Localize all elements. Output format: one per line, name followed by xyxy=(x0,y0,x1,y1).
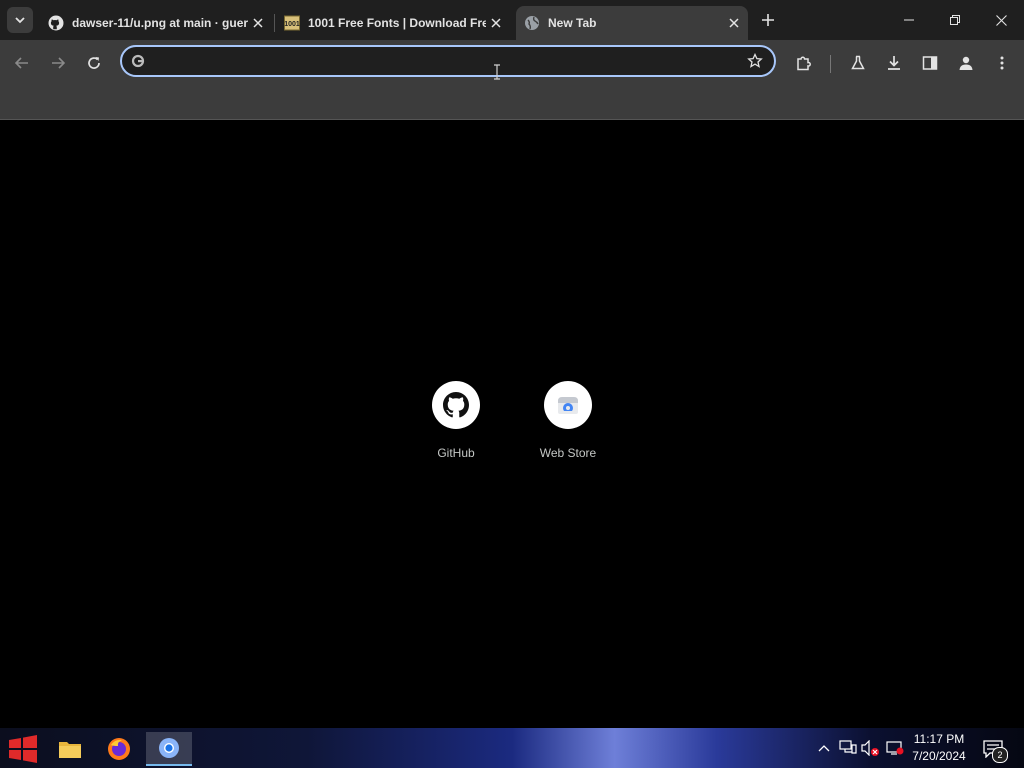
bookmark-star-icon[interactable] xyxy=(746,52,764,70)
address-input[interactable] xyxy=(154,50,738,74)
github-icon xyxy=(48,15,64,31)
side-panel-icon xyxy=(922,56,938,70)
tab-new-tab[interactable]: New Tab xyxy=(516,6,748,40)
firefox-icon xyxy=(108,738,130,760)
person-icon xyxy=(959,56,973,70)
action-center-tray-icon[interactable] xyxy=(885,738,905,758)
minimize-button[interactable] xyxy=(886,0,932,40)
arrow-left-icon xyxy=(14,57,28,69)
volume-muted-icon[interactable] xyxy=(861,738,881,758)
notification-count-badge: 2 xyxy=(992,747,1008,763)
firefox-button[interactable] xyxy=(99,732,139,766)
browser-toolbar xyxy=(0,40,1024,86)
close-icon xyxy=(253,18,263,28)
globe-icon xyxy=(524,15,540,31)
chevron-up-icon xyxy=(818,745,830,752)
close-icon xyxy=(491,18,501,28)
new-tab-button[interactable] xyxy=(756,8,780,32)
taskbar: 11:17 PM 7/20/2024 2 xyxy=(0,728,1024,768)
tab-title: New Tab xyxy=(548,16,597,30)
google-g-icon xyxy=(130,53,146,69)
labs-button[interactable] xyxy=(846,51,870,75)
chrome-button[interactable] xyxy=(146,732,192,766)
tab-close-button[interactable] xyxy=(724,13,744,33)
tab-close-button[interactable] xyxy=(486,13,506,33)
text-cursor-icon xyxy=(494,64,500,80)
tab-strip: dawser-11/u.png at main · guer 1001 1001… xyxy=(0,0,1024,40)
back-button[interactable] xyxy=(10,51,34,75)
forward-button[interactable] xyxy=(46,51,70,75)
minimize-icon xyxy=(904,19,914,21)
clock-date: 7/20/2024 xyxy=(912,749,966,763)
svg-text:1001: 1001 xyxy=(284,21,300,28)
address-bar[interactable] xyxy=(120,45,776,77)
extensions-button[interactable] xyxy=(792,51,816,75)
restore-button[interactable] xyxy=(932,0,978,40)
tab-title: 1001 Free Fonts | Download Fre xyxy=(308,16,486,30)
shortcut-label: GitHub xyxy=(437,446,475,460)
menu-button[interactable] xyxy=(990,51,1014,75)
web-store-icon xyxy=(544,381,592,429)
start-button[interactable] xyxy=(2,732,44,766)
shortcut-web-store[interactable]: Web Store xyxy=(518,381,618,460)
puzzle-icon xyxy=(797,56,811,71)
shortcut-github[interactable]: GitHub xyxy=(406,381,506,460)
tab-divider xyxy=(274,14,275,32)
flask-icon xyxy=(851,55,865,70)
reload-icon xyxy=(88,57,100,69)
chrome-icon xyxy=(159,738,179,758)
close-icon xyxy=(995,14,1007,26)
download-icon xyxy=(888,56,900,70)
tab-search-button[interactable] xyxy=(7,7,33,33)
tab-close-button[interactable] xyxy=(248,13,268,33)
plus-icon xyxy=(762,14,774,26)
close-icon xyxy=(729,18,739,28)
toolbar-divider xyxy=(830,55,831,73)
show-hidden-icons-button[interactable] xyxy=(814,738,834,758)
close-window-button[interactable] xyxy=(978,0,1024,40)
system-clock[interactable]: 11:17 PM 7/20/2024 xyxy=(904,731,974,765)
notification-center-button[interactable]: 2 xyxy=(980,736,1008,763)
fonts-site-icon: 1001 xyxy=(284,15,300,31)
network-icon[interactable] xyxy=(838,738,858,758)
arrow-right-icon xyxy=(52,57,66,69)
chevron-down-icon xyxy=(15,17,25,24)
profile-button[interactable] xyxy=(954,51,978,75)
reload-button[interactable] xyxy=(82,51,106,75)
side-panel-button[interactable] xyxy=(918,51,942,75)
shortcut-label: Web Store xyxy=(539,446,597,460)
clock-time: 11:17 PM xyxy=(913,732,965,746)
windows-logo-icon xyxy=(9,735,37,763)
tab-fonts[interactable]: 1001 1001 Free Fonts | Download Fre xyxy=(276,6,510,40)
folder-icon xyxy=(59,742,81,758)
tab-title: dawser-11/u.png at main · guer xyxy=(72,16,248,30)
file-explorer-button[interactable] xyxy=(50,732,90,766)
more-vert-icon xyxy=(1000,56,1004,70)
github-icon xyxy=(432,381,480,429)
tab-github[interactable]: dawser-11/u.png at main · guer xyxy=(40,6,272,40)
restore-icon xyxy=(950,15,960,25)
downloads-button[interactable] xyxy=(882,51,906,75)
bookmark-bar xyxy=(0,86,1024,120)
